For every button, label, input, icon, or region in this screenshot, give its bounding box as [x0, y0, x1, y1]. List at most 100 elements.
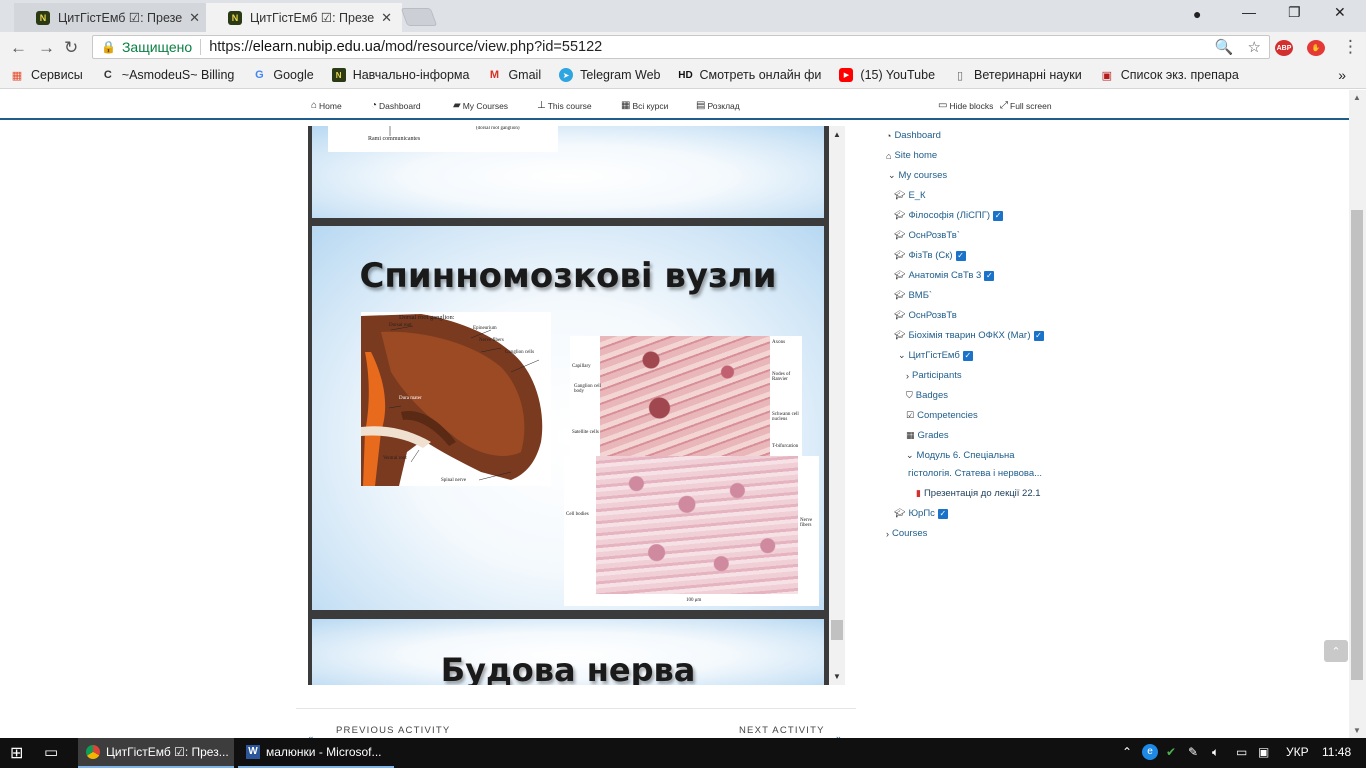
back-to-top-button[interactable]: ⌃: [1324, 640, 1348, 662]
sidebar-course[interactable]: 🎓︎ ВМБ`: [894, 290, 932, 301]
sidebar-label: гістологія. Статева і нервова...: [908, 468, 1043, 479]
scroll-up-icon[interactable]: ▲: [1353, 93, 1361, 102]
volume-icon[interactable]: 🔈︎: [1212, 745, 1219, 760]
sidebar-item-grades[interactable]: ▦ Grades: [906, 430, 949, 441]
sidebar-course[interactable]: 🎓︎ Анатомія СвТв 3 ✓: [894, 270, 995, 281]
close-tab-icon[interactable]: ✕: [381, 10, 392, 26]
extension-hand-icon[interactable]: ✋: [1307, 40, 1325, 56]
bookmark-item[interactable]: C ~AsmodeuS~ Billing: [101, 68, 235, 82]
adblock-icon[interactable]: ABP: [1275, 40, 1293, 56]
task-view-icon[interactable]: ▭: [44, 743, 58, 761]
sidebar-course[interactable]: 🎓︎ Філософія (ЛіСПГ) ✓: [894, 210, 1004, 221]
sidebar-course[interactable]: 🎓︎ ЮрПс ✓: [894, 508, 948, 519]
sidebar-item-module[interactable]: ⌄ Модуль 6. Спеціальна: [906, 450, 1015, 461]
battery-icon[interactable]: ▭: [1236, 745, 1247, 759]
clock[interactable]: 11:48: [1322, 745, 1351, 759]
tray-chevron-up-icon[interactable]: ⌃: [1122, 745, 1132, 759]
bookmark-label: Смотреть онлайн фи: [699, 68, 822, 82]
sidebar-label: Dashboard: [894, 130, 941, 141]
sidebar-course[interactable]: 🎓︎ Е_К: [894, 190, 926, 201]
previous-activity-link[interactable]: PREVIOUS ACTIVITY: [336, 725, 450, 736]
tray-network-check-icon[interactable]: ✔: [1166, 745, 1176, 759]
slide-title: Будова нерва: [440, 651, 696, 685]
sidebar-course[interactable]: 🎓︎ ОснРозвТв: [894, 310, 957, 321]
tray-monitor-icon[interactable]: ▣: [1258, 745, 1269, 759]
windows-start-icon[interactable]: ⊞: [10, 743, 23, 763]
chevron-right-icon: ›: [886, 528, 889, 539]
sidebar-item-badges[interactable]: ⛉ Badges: [906, 390, 948, 401]
nav-dashboard[interactable]: ◔ Dashboard: [371, 100, 421, 111]
bookmark-label: (15) YouTube: [860, 68, 936, 82]
hide-blocks-button[interactable]: ▭ Hide blocks: [938, 100, 993, 111]
bookmark-item[interactable]: G Google: [252, 68, 314, 82]
sidebar-course[interactable]: 🎓︎ ОснРозвТв`: [894, 230, 960, 241]
home-icon: ⌂: [886, 150, 892, 161]
forward-arrow-icon[interactable]: →: [38, 38, 55, 58]
new-tab-button[interactable]: [400, 8, 438, 26]
nav-my-courses[interactable]: ▰ My Courses: [453, 100, 508, 111]
sidebar-current-course[interactable]: ⌄ ЦитГістЕмб ✓: [898, 350, 973, 361]
sidebar-course[interactable]: 🎓︎ ФізТв (Ск) ✓: [894, 250, 966, 261]
sidebar-label: Participants: [912, 370, 962, 381]
nav-this-course[interactable]: ⊥ This course: [537, 100, 592, 111]
omnibox[interactable]: 🔒 Защищено https://elearn.nubip.edu.ua/m…: [92, 35, 1270, 59]
browser-tab-active[interactable]: N ЦитГістЕмб ☑: Презент ✕: [206, 3, 402, 32]
full-screen-button[interactable]: ⤢ Full screen: [1000, 100, 1052, 111]
scroll-down-icon[interactable]: ▼: [833, 672, 841, 681]
keyboard-language[interactable]: УКР: [1286, 745, 1309, 759]
nav-all-courses[interactable]: ▦ Всі курси: [621, 100, 668, 111]
checkbox-icon: ✓: [1033, 330, 1044, 341]
dorsal-root-ganglion-image: Dorsal root ganglion: Dorsal root Epineu…: [361, 312, 551, 486]
zoom-icon[interactable]: 🔍: [1215, 38, 1234, 56]
scroll-up-icon[interactable]: ▲: [833, 130, 841, 139]
sidebar-label: Модуль 6. Спеціальна: [916, 450, 1015, 461]
sidebar-label: ЮрПс: [908, 508, 935, 519]
page-viewport: ⌂ Home ◔ Dashboard ▰ My Courses ⊥ This cours…: [0, 90, 1349, 738]
nav-home[interactable]: ⌂ Home: [311, 100, 342, 111]
page-scroll-thumb[interactable]: [1351, 210, 1363, 680]
back-arrow-icon[interactable]: ←: [10, 38, 27, 58]
viewer-scroll-thumb[interactable]: [831, 620, 843, 640]
sidebar-item-courses[interactable]: › Courses: [886, 528, 927, 539]
presentation-viewer[interactable]: Rami communicantes (dorsal root ganglion…: [308, 126, 845, 685]
nav-schedule[interactable]: ▤ Розклад: [696, 100, 740, 111]
bookmark-item[interactable]: ➤ Telegram Web: [559, 68, 660, 82]
sidebar-item-dashboard[interactable]: ◔ Dashboard: [886, 130, 941, 141]
sidebar-item-my-courses[interactable]: ⌄ My courses: [888, 170, 947, 181]
next-activity-link[interactable]: NEXT ACTIVITY: [739, 725, 825, 736]
briefcase-icon: ▰: [453, 100, 461, 111]
bookmark-item[interactable]: ▯ Ветеринарні науки: [953, 68, 1082, 82]
bookmark-item[interactable]: ▣ Список экз. препара: [1100, 68, 1239, 82]
image-label: Epineurium: [473, 326, 497, 331]
sidebar-item-participants[interactable]: › Participants: [906, 370, 962, 381]
bookmark-item[interactable]: ▶ (15) YouTube: [839, 68, 935, 82]
browser-tab[interactable]: N ЦитГістЕмб ☑: Презент ✕: [14, 3, 210, 32]
close-tab-icon[interactable]: ✕: [189, 10, 200, 26]
taskbar-item-word[interactable]: W малюнки - Microsof...: [238, 738, 394, 768]
sidebar-item-resource[interactable]: ▮ Презентація до лекції 22.1: [916, 488, 1041, 499]
bookmark-star-icon[interactable]: ☆: [1248, 38, 1261, 56]
sidebar-item-competencies[interactable]: ☑ Competencies: [906, 410, 978, 421]
close-window-button[interactable]: ✕: [1334, 4, 1346, 21]
tray-pen-icon[interactable]: ✎: [1188, 745, 1198, 759]
bookmark-item[interactable]: ▦ Сервисы: [10, 68, 83, 82]
sidebar-item-site-home[interactable]: ⌂ Site home: [886, 150, 937, 161]
bookmarks-overflow-icon[interactable]: »: [1338, 67, 1346, 83]
reload-icon[interactable]: ↻: [64, 38, 78, 58]
bookmark-item[interactable]: N Навчально-інформа: [331, 68, 469, 82]
bookmark-item[interactable]: HD Смотреть онлайн фи: [678, 68, 821, 82]
minimize-button[interactable]: —: [1242, 4, 1256, 20]
tray-app-icon[interactable]: e: [1142, 744, 1158, 760]
nubip-favicon-icon: N: [36, 10, 50, 25]
menu-dots-icon[interactable]: ⋮: [1342, 37, 1359, 57]
scroll-down-icon[interactable]: ▼: [1353, 726, 1361, 735]
taskbar-item-chrome[interactable]: ЦитГістЕмб ☑: През...: [78, 738, 234, 768]
page-scrollbar[interactable]: ▲ ▼: [1349, 90, 1366, 738]
url-text[interactable]: https://elearn.nubip.edu.ua/mod/resource…: [209, 39, 602, 55]
viewer-scrollbar[interactable]: ▲ ▼: [829, 126, 845, 685]
maximize-button[interactable]: ❐: [1288, 4, 1301, 21]
bookmark-item[interactable]: M Gmail: [487, 68, 541, 82]
profile-icon[interactable]: ●: [1193, 6, 1201, 22]
bookmarks-bar: ▦ Сервисы C ~AsmodeuS~ Billing G Google N На…: [0, 62, 1366, 89]
sidebar-course[interactable]: 🎓︎ Біохімія тварин ОФКХ (Маг) ✓: [894, 330, 1044, 341]
